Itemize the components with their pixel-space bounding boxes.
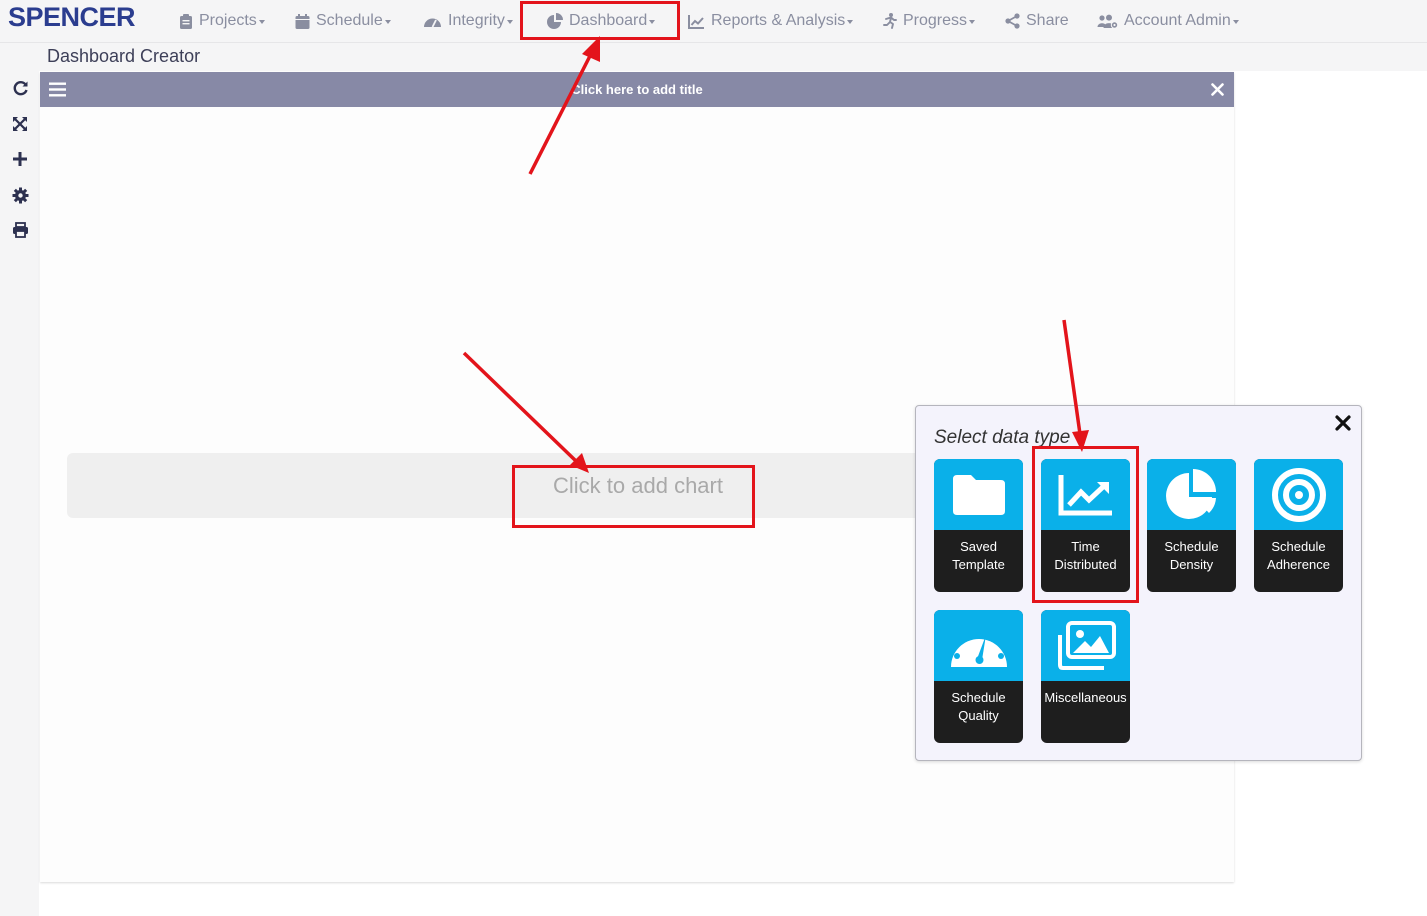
arrow-to-time-distributed (1062, 319, 1082, 435)
annotation-arrows (462, 36, 1089, 473)
arrow-to-dashboard (528, 49, 595, 175)
arrow-to-add-chart (462, 351, 579, 464)
arrowhead-dashboard (582, 36, 600, 62)
arrowhead-time-distributed (1072, 430, 1089, 452)
